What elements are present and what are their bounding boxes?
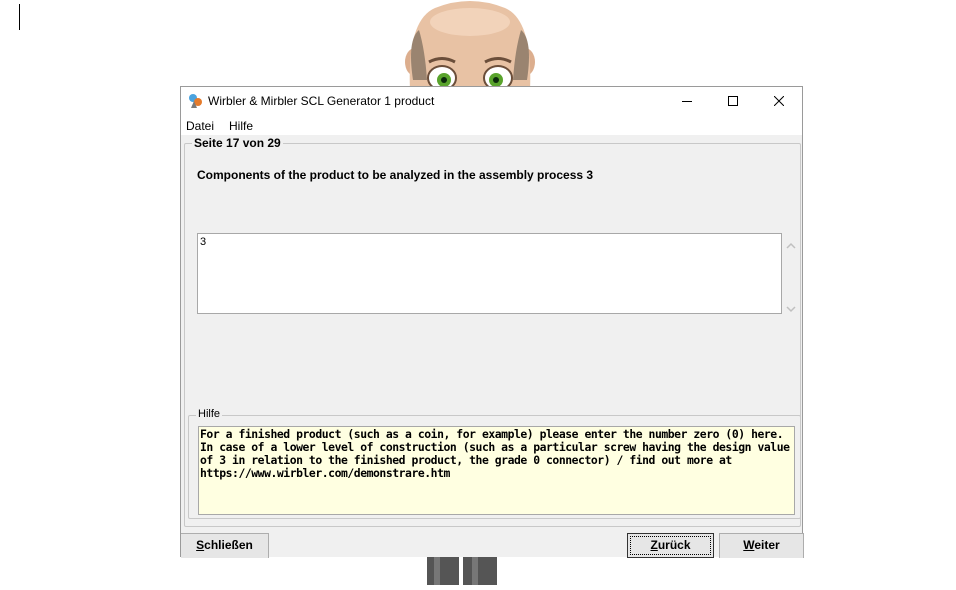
minimize-button[interactable]	[664, 87, 710, 115]
app-logo-icon	[187, 93, 203, 109]
help-legend: Hilfe	[196, 408, 223, 420]
menu-hilfe[interactable]: Hilfe	[229, 119, 253, 133]
question-label: Components of the product to be analyzed…	[197, 168, 594, 182]
mascot-head-image	[395, 0, 545, 87]
window-title: Wirbler & Mirbler SCL Generator 1 produc…	[208, 94, 435, 108]
back-button-accel: Z	[650, 538, 658, 552]
close-button[interactable]: Schließen	[181, 533, 269, 558]
next-button-label: eiter	[754, 538, 780, 552]
minimize-icon	[682, 101, 692, 102]
close-button-accel: S	[196, 538, 205, 552]
scroll-down-icon[interactable]	[785, 301, 797, 313]
mascot-legs-image	[424, 556, 500, 585]
back-button[interactable]: Zurück	[627, 533, 714, 558]
scroll-up-icon[interactable]	[785, 238, 797, 249]
close-window-button[interactable]	[756, 87, 802, 115]
back-button-label: urück	[657, 538, 691, 552]
next-button[interactable]: Weiter	[719, 533, 804, 558]
page-indicator: Seite 17 von 29	[192, 136, 283, 150]
title-bar[interactable]: Wirbler & Mirbler SCL Generator 1 produc…	[181, 87, 802, 115]
menu-bar: Datei Hilfe	[181, 115, 802, 135]
close-icon	[774, 96, 784, 106]
text-cursor	[19, 4, 20, 30]
maximize-button[interactable]	[710, 87, 756, 115]
help-group: Hilfe For a finished product (such as a …	[188, 408, 801, 519]
app-window: Wirbler & Mirbler SCL Generator 1 produc…	[180, 86, 804, 558]
menu-datei[interactable]: Datei	[186, 119, 214, 133]
next-button-accel: W	[743, 538, 755, 552]
help-text: For a finished product (such as a coin, …	[198, 426, 795, 515]
maximize-icon	[728, 96, 738, 106]
close-button-label: chließen	[204, 538, 253, 552]
answer-input[interactable]: 3	[197, 233, 782, 314]
